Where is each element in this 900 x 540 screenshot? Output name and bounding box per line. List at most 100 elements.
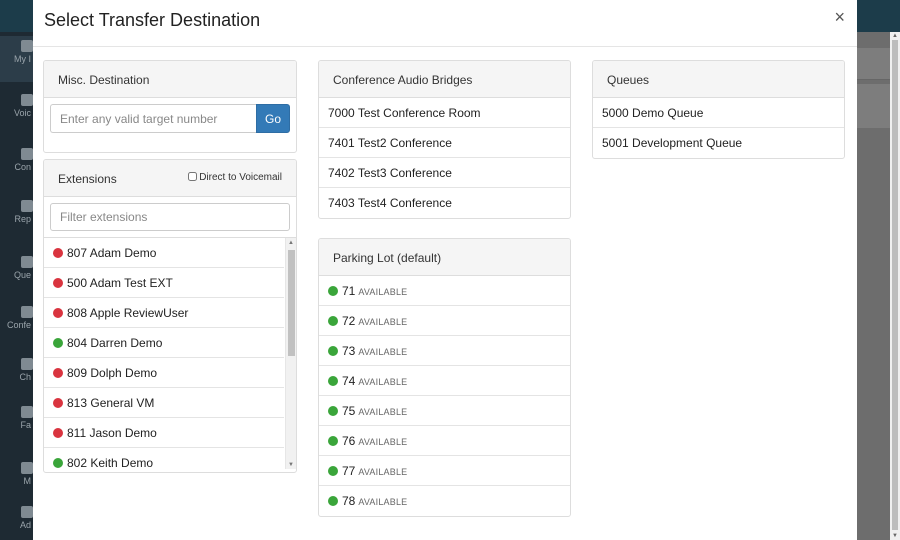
status-dot-icon [328, 496, 338, 506]
sidebar-item-admin[interactable]: Ad [0, 502, 33, 540]
extension-label: 804 Darren Demo [67, 336, 163, 350]
sidebar-item-more[interactable]: M [0, 458, 33, 504]
extension-item[interactable]: 500 Adam Test EXT [44, 268, 284, 298]
conference-item[interactable]: 7000 Test Conference Room [319, 98, 570, 128]
sidebar-item-reports[interactable]: Rep [0, 196, 33, 242]
parking-slot[interactable]: 73 AVAILABLE [319, 336, 570, 366]
app-background-panel [855, 84, 890, 128]
extension-item[interactable]: 807 Adam Demo [44, 238, 284, 268]
parking-slot[interactable]: 71 AVAILABLE [319, 276, 570, 306]
extension-item[interactable]: 809 Dolph Demo [44, 358, 284, 388]
parking-slot[interactable]: 78 AVAILABLE [319, 486, 570, 516]
sidebar-item-conference[interactable]: Confe [0, 302, 33, 348]
extension-item[interactable]: 811 Jason Demo [44, 418, 284, 448]
scroll-up-icon[interactable]: ▲ [890, 32, 900, 40]
status-dot-icon [328, 406, 338, 416]
extension-item[interactable]: 804 Darren Demo [44, 328, 284, 358]
scroll-down-icon[interactable]: ▼ [890, 532, 900, 540]
parking-slot-number: 77 [342, 464, 356, 478]
queues-panel: Queues 5000 Demo Queue 5001 Development … [592, 60, 845, 159]
transfer-modal: Select Transfer Destination × Misc. Dest… [33, 0, 857, 540]
parking-slot[interactable]: 77 AVAILABLE [319, 456, 570, 486]
chat-icon [21, 358, 33, 370]
extension-label: 811 Jason Demo [67, 426, 157, 440]
sidebar-item-voice[interactable]: Voic [0, 90, 33, 136]
conference-item[interactable]: 7403 Test4 Conference [319, 188, 570, 218]
parking-slot-status: AVAILABLE [358, 497, 408, 507]
parking-slot-number: 71 [342, 284, 356, 298]
queue-item[interactable]: 5000 Demo Queue [593, 98, 844, 128]
queue-item[interactable]: 5001 Development Queue [593, 128, 844, 158]
parking-slot[interactable]: 74 AVAILABLE [319, 366, 570, 396]
sidebar-item-contacts[interactable]: Con [0, 144, 33, 190]
extensions-list: 807 Adam Demo 500 Adam Test EXT 808 Appl… [44, 238, 284, 469]
misc-destination-heading: Misc. Destination [44, 61, 296, 98]
filter-extensions-input[interactable] [50, 203, 290, 231]
direct-to-voicemail-toggle[interactable]: Direct to Voicemail [188, 172, 282, 183]
page-scrollbar[interactable]: ▲ ▼ [890, 32, 900, 540]
sidebar-item-chat[interactable]: Ch [0, 354, 33, 400]
go-button[interactable]: Go [256, 104, 290, 133]
parking-slot-number: 75 [342, 404, 356, 418]
extensions-scroll-thumb[interactable] [288, 250, 295, 356]
home-icon [21, 40, 33, 52]
status-dot-icon [53, 278, 63, 288]
direct-to-voicemail-label: Direct to Voicemail [199, 172, 282, 183]
extension-item[interactable]: 813 General VM [44, 388, 284, 418]
parking-slot-status: AVAILABLE [358, 407, 408, 417]
parking-slot-number: 74 [342, 374, 356, 388]
scroll-up-icon[interactable]: ▲ [286, 238, 296, 248]
app-background-panel [855, 48, 890, 80]
status-dot-icon [328, 376, 338, 386]
scroll-down-icon[interactable]: ▼ [286, 460, 296, 469]
conference-item[interactable]: 7402 Test3 Conference [319, 158, 570, 188]
extension-item[interactable]: 802 Keith Demo [44, 448, 284, 469]
misc-destination-panel: Misc. Destination Go [43, 60, 297, 153]
target-number-input[interactable] [50, 104, 256, 133]
status-dot-icon [53, 368, 63, 378]
parking-slot-number: 78 [342, 494, 356, 508]
parking-slot-number: 76 [342, 434, 356, 448]
parking-slot[interactable]: 72 AVAILABLE [319, 306, 570, 336]
extension-item[interactable]: 808 Apple ReviewUser [44, 298, 284, 328]
middle-column: Conference Audio Bridges 7000 Test Confe… [318, 60, 571, 517]
status-dot-icon [328, 466, 338, 476]
extension-label: 500 Adam Test EXT [67, 276, 173, 290]
more-icon [21, 462, 33, 474]
parking-lot-heading: Parking Lot (default) [319, 239, 570, 276]
status-dot-icon [53, 398, 63, 408]
parking-lot-panel: Parking Lot (default) 71 AVAILABLE 72 AVAI… [318, 238, 571, 517]
admin-icon [21, 506, 33, 518]
queues-heading: Queues [593, 61, 844, 98]
status-dot-icon [328, 346, 338, 356]
close-icon[interactable]: × [834, 7, 845, 27]
direct-to-voicemail-checkbox[interactable] [188, 172, 198, 181]
extensions-list-container: 807 Adam Demo 500 Adam Test EXT 808 Appl… [44, 237, 296, 469]
sidebar-item-queues[interactable]: Que [0, 252, 33, 298]
page-scroll-thumb[interactable] [892, 40, 898, 530]
conference-bridges-panel: Conference Audio Bridges 7000 Test Confe… [318, 60, 571, 219]
extensions-heading: Extensions Direct to Voicemail [44, 160, 296, 197]
modal-title: Select Transfer Destination [44, 10, 261, 30]
conference-bridges-heading: Conference Audio Bridges [319, 61, 570, 98]
sidebar-item-fax[interactable]: Fa [0, 402, 33, 448]
app-sidebar: My I Voic Con Rep Que Confe Ch Fa M Ad [0, 32, 33, 540]
extension-label: 813 General VM [67, 396, 155, 410]
misc-input-group: Go [44, 98, 296, 139]
right-column: Queues 5000 Demo Queue 5001 Development … [592, 60, 845, 159]
fax-icon [21, 406, 33, 418]
extension-label: 809 Dolph Demo [67, 366, 158, 380]
status-dot-icon [53, 338, 63, 348]
parking-slot[interactable]: 76 AVAILABLE [319, 426, 570, 456]
extensions-scrollbar[interactable]: ▲ ▼ [285, 238, 296, 469]
conference-icon [21, 306, 33, 318]
status-dot-icon [328, 316, 338, 326]
voice-icon [21, 94, 33, 106]
extension-label: 807 Adam Demo [67, 246, 157, 260]
extensions-panel: Extensions Direct to Voicemail 807 Adam … [43, 159, 297, 473]
conference-item[interactable]: 7401 Test2 Conference [319, 128, 570, 158]
parking-slot-number: 72 [342, 314, 356, 328]
contacts-icon [21, 148, 33, 160]
sidebar-item-my[interactable]: My I [0, 36, 33, 82]
parking-slot[interactable]: 75 AVAILABLE [319, 396, 570, 426]
